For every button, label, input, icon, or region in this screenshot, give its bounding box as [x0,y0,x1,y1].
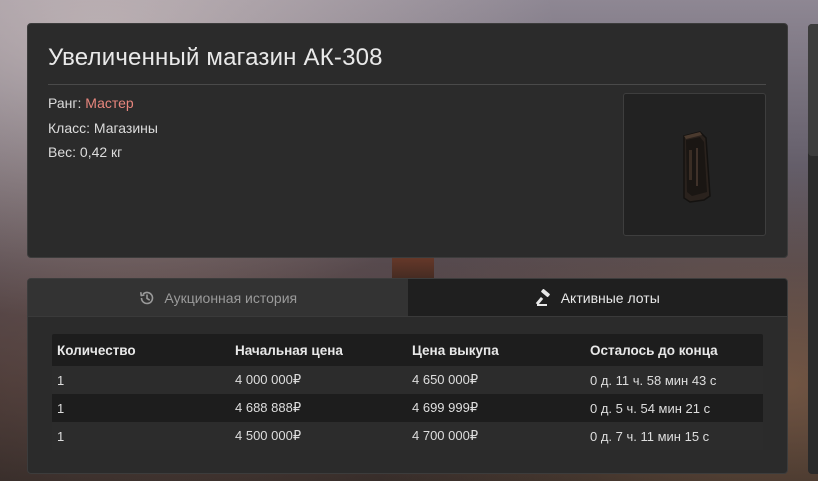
scrollbar-thumb[interactable] [808,24,818,156]
gavel-icon [535,288,553,307]
cell-quantity: 1 [57,428,65,444]
column-header-start-price[interactable]: Начальная цена [230,343,407,358]
cell-quantity: 1 [57,400,65,416]
tab-auction-history-label: Аукционная история [164,289,298,306]
tab-active-lots-label: Активные лоты [560,289,660,306]
title-divider [48,84,766,85]
auction-panel: Аукционная история Активные лоты Количес… [27,278,788,474]
item-rank: Ранг: Мастер [48,95,134,111]
cell-start-price: 4 688 888₽ [235,400,302,415]
column-header-quantity[interactable]: Количество [52,343,230,358]
tab-active-lots[interactable]: Активные лоты [407,279,787,316]
cell-start-price: 4 500 000₽ [235,428,302,443]
class-value: Магазины [93,120,158,136]
rank-value: Мастер [85,95,134,111]
weight-value: 0,42 кг [79,144,123,160]
column-header-buyout-price[interactable]: Цена выкупа [407,343,585,358]
table-row[interactable]: 1 4 688 888₽ 4 699 999₽ 0 д. 5 ч. 54 мин… [52,394,763,422]
history-icon [138,289,156,307]
cell-time-left: 0 д. 7 ч. 11 мин 15 с [590,428,710,444]
cell-quantity: 1 [57,372,65,388]
item-title: Увеличенный магазин АК-308 [48,44,383,71]
table-row[interactable]: 1 4 000 000₽ 4 650 000₽ 0 д. 11 ч. 58 ми… [52,366,763,394]
cell-buyout-price: 4 700 000₽ [412,428,479,443]
item-info-panel: Увеличенный магазин АК-308 Ранг: Мастер … [27,23,788,258]
active-lots-table: Количество Начальная цена Цена выкупа Ос… [52,334,763,450]
item-image [623,93,766,236]
class-label: Класс: [48,120,94,136]
cell-start-price: 4 000 000₽ [235,372,302,387]
item-weight: Вес: 0,42 кг [48,144,122,160]
side-scrollbar[interactable] [808,24,818,474]
cell-buyout-price: 4 650 000₽ [412,372,479,387]
tab-auction-history[interactable]: Аукционная история [28,279,408,316]
weight-label: Вес: [48,144,80,160]
rank-label: Ранг: [48,95,86,111]
item-class: Класс: Магазины [48,120,158,136]
column-header-time-left[interactable]: Осталось до конца [585,343,763,358]
table-header-row: Количество Начальная цена Цена выкупа Ос… [52,334,763,366]
table-row[interactable]: 1 4 500 000₽ 4 700 000₽ 0 д. 7 ч. 11 мин… [52,422,763,450]
cell-time-left: 0 д. 5 ч. 54 мин 21 с [590,400,711,416]
magazine-icon [683,131,711,203]
cell-buyout-price: 4 699 999₽ [412,400,479,415]
auction-tabs: Аукционная история Активные лоты [28,279,787,317]
cell-time-left: 0 д. 11 ч. 58 мин 43 с [590,372,717,388]
